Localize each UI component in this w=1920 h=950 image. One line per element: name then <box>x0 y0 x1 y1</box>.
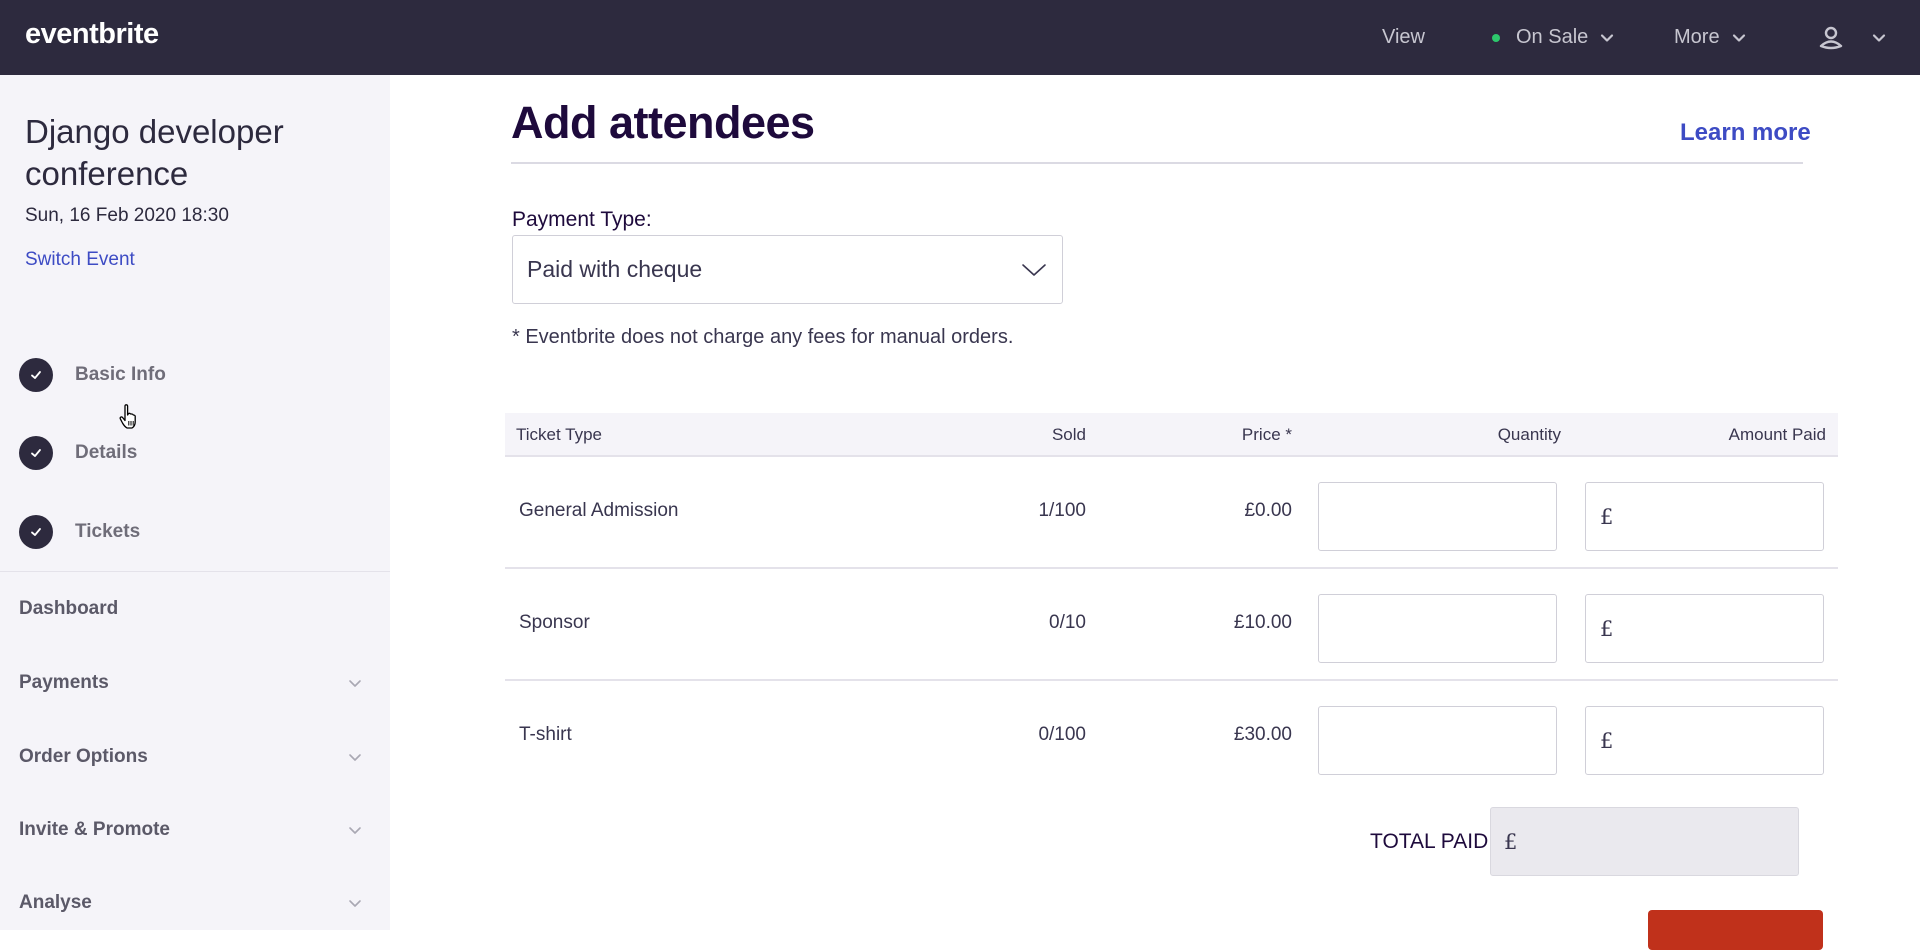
more-label: More <box>1674 26 1720 48</box>
ticket-table: Ticket Type Sold Price * Quantity Amount… <box>505 413 1838 793</box>
menu-label: Dashboard <box>19 598 119 619</box>
mouse-pointer-hand-icon <box>118 404 140 430</box>
sidebar-step-basic-info[interactable]: Basic Info <box>19 358 166 392</box>
currency-symbol: £ <box>1600 504 1614 529</box>
header-ticket-type: Ticket Type <box>516 425 602 444</box>
header-price: Price * <box>1241 425 1292 444</box>
step-label: Basic Info <box>75 364 166 385</box>
ticket-price: £10.00 <box>1233 612 1292 633</box>
header-amount-paid: Amount Paid <box>1728 425 1826 444</box>
step-label: Details <box>75 442 138 463</box>
event-title: Django developer conference <box>25 113 284 192</box>
amount-paid-field[interactable]: £ <box>1585 594 1824 663</box>
title-divider <box>511 162 1803 164</box>
menu-label: Analyse <box>19 892 92 913</box>
table-row: General Admission 1/100 £0.00 £ <box>505 457 1838 569</box>
sidebar-item-dashboard[interactable]: Dashboard <box>19 594 359 624</box>
more-dropdown[interactable]: More <box>1674 0 1746 75</box>
chevron-down-icon <box>347 675 363 691</box>
ticket-sold: 1/100 <box>1038 500 1086 521</box>
chevron-down-icon <box>1020 260 1048 280</box>
user-icon <box>1818 25 1844 51</box>
table-row: T-shirt 0/100 £30.00 £ <box>505 681 1838 793</box>
amount-paid-input[interactable] <box>1619 729 1810 752</box>
currency-symbol: £ <box>1600 616 1614 641</box>
chevron-down-icon <box>1872 31 1886 45</box>
sidebar-item-order-options[interactable]: Order Options <box>19 742 361 772</box>
view-link[interactable]: View <box>1382 0 1425 75</box>
amount-paid-field[interactable]: £ <box>1585 706 1824 775</box>
view-label: View <box>1382 26 1425 48</box>
eventbrite-logo[interactable]: eventbrite <box>25 18 159 51</box>
learn-more-link[interactable]: Learn more <box>1680 119 1811 147</box>
sidebar-step-tickets[interactable]: Tickets <box>19 515 140 549</box>
chevron-down-icon <box>1732 31 1746 45</box>
quantity-input[interactable] <box>1318 594 1557 663</box>
switch-event-link[interactable]: Switch Event <box>25 249 135 271</box>
sidebar-item-payments[interactable]: Payments <box>19 668 361 698</box>
top-navigation-bar: eventbrite View On Sale More <box>0 0 1920 75</box>
amount-paid-input[interactable] <box>1619 505 1810 528</box>
fee-note: * Eventbrite does not charge any fees fo… <box>512 326 1014 348</box>
check-icon <box>19 358 53 392</box>
event-date: Sun, 16 Feb 2020 18:30 <box>25 205 229 226</box>
menu-label: Invite & Promote <box>19 819 170 840</box>
currency-symbol: £ <box>1504 829 1518 854</box>
sidebar-item-invite-promote[interactable]: Invite & Promote <box>19 815 361 845</box>
chevron-down-icon <box>347 895 363 911</box>
chevron-down-icon <box>1600 31 1614 45</box>
user-menu-dropdown[interactable] <box>1872 0 1886 75</box>
quantity-input[interactable] <box>1318 482 1557 551</box>
sidebar-item-analyse[interactable]: Analyse <box>19 888 361 918</box>
currency-symbol: £ <box>1600 728 1614 753</box>
table-header: Ticket Type Sold Price * Quantity Amount… <box>505 413 1838 457</box>
main-content: Add attendees Learn more Payment Type: P… <box>390 75 1920 950</box>
user-account-button[interactable] <box>1818 0 1844 75</box>
menu-label: Payments <box>19 672 109 693</box>
ticket-sold: 0/10 <box>1049 612 1086 633</box>
step-label: Tickets <box>75 521 141 542</box>
total-paid-label: TOTAL PAID <box>1370 830 1489 853</box>
table-row: Sponsor 0/10 £10.00 £ <box>505 569 1838 681</box>
payment-type-label: Payment Type: <box>512 208 652 231</box>
ticket-price: £0.00 <box>1244 500 1292 521</box>
sidebar-divider <box>0 571 390 572</box>
quantity-input[interactable] <box>1318 706 1557 775</box>
ticket-sold: 0/100 <box>1038 724 1086 745</box>
amount-paid-input[interactable] <box>1619 617 1810 640</box>
ticket-type: General Admission <box>519 500 679 521</box>
check-icon <box>19 515 53 549</box>
ticket-type: Sponsor <box>519 612 590 633</box>
submit-order-button[interactable] <box>1648 910 1823 950</box>
status-dot-icon <box>1492 33 1500 42</box>
payment-type-value: Paid with cheque <box>527 256 703 282</box>
total-paid-field: £ <box>1490 807 1799 876</box>
check-icon <box>19 436 53 470</box>
amount-paid-field[interactable]: £ <box>1585 482 1824 551</box>
chevron-down-icon <box>347 749 363 765</box>
event-status-label: On Sale <box>1516 26 1589 48</box>
header-sold: Sold <box>1051 425 1086 444</box>
header-quantity: Quantity <box>1497 425 1561 444</box>
sidebar-step-details[interactable]: Details <box>19 436 137 470</box>
payment-type-select[interactable]: Paid with cheque <box>512 235 1063 304</box>
chevron-down-icon <box>347 822 363 838</box>
menu-label: Order Options <box>19 746 148 767</box>
sidebar: Django developer conference Sun, 16 Feb … <box>0 75 390 930</box>
event-status-dropdown[interactable]: On Sale <box>1492 0 1614 75</box>
ticket-price: £30.00 <box>1233 724 1292 745</box>
page-title: Add attendees <box>511 97 815 148</box>
ticket-type: T-shirt <box>519 724 572 745</box>
